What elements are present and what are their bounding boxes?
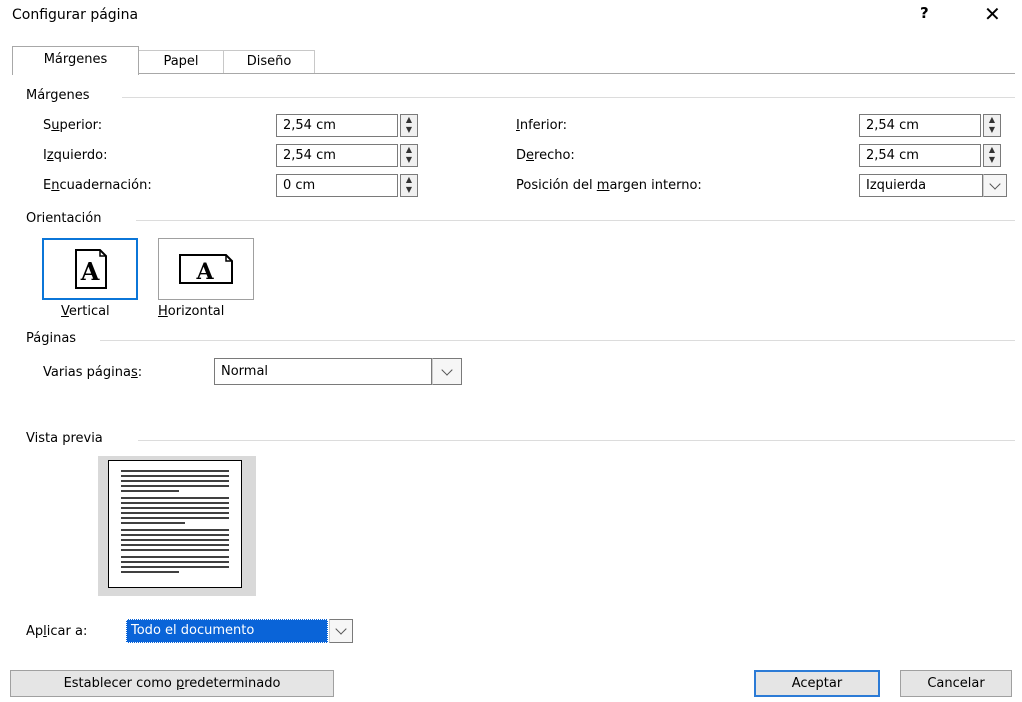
divider: [100, 340, 1015, 341]
chevron-down-icon[interactable]: [329, 619, 353, 643]
portrait-page-icon: A: [75, 249, 107, 289]
section-orientacion: Orientación: [26, 211, 108, 226]
superior-label: Superior:: [43, 118, 103, 133]
aplicar-label: Aplicar a:: [26, 624, 88, 639]
varias-paginas-select[interactable]: Normal: [214, 358, 432, 385]
divider: [136, 220, 1015, 221]
spin-updown-icon[interactable]: ▲ ▼: [983, 114, 1001, 137]
preview-page: [108, 460, 242, 588]
chevron-down-icon[interactable]: [432, 358, 462, 385]
cancel-button[interactable]: Cancelar: [900, 670, 1012, 697]
section-vista-previa: Vista previa: [26, 431, 109, 446]
tab-diseno[interactable]: Diseño: [223, 50, 315, 73]
preview-lines: [121, 470, 229, 573]
derecho-input[interactable]: 2,54 cm: [859, 144, 981, 167]
ok-button[interactable]: Aceptar: [754, 670, 880, 697]
orientation-horizontal-button[interactable]: A: [158, 238, 254, 300]
tab-papel[interactable]: Papel: [137, 50, 225, 73]
section-margenes: Márgenes: [26, 88, 96, 103]
dialog-title: Configurar página: [12, 7, 139, 23]
svg-text:A: A: [195, 259, 214, 285]
close-icon[interactable]: ✕: [984, 2, 1001, 26]
posicion-margen-label: Posición del margen interno:: [516, 178, 702, 193]
inferior-label: Inferior:: [516, 118, 568, 133]
spin-updown-icon[interactable]: ▲ ▼: [400, 144, 418, 167]
aplicar-select[interactable]: Todo el documento: [126, 619, 328, 643]
divider: [122, 97, 1015, 98]
horizontal-label: Horizontal: [158, 304, 225, 319]
superior-input[interactable]: 2,54 cm: [276, 114, 398, 137]
page-preview: [98, 456, 256, 596]
vertical-label: Vertical: [61, 304, 110, 319]
encuadernacion-label: Encuadernación:: [43, 178, 152, 193]
varias-paginas-label: Varias páginas:: [43, 365, 143, 380]
section-paginas: Páginas: [26, 331, 83, 346]
inferior-input[interactable]: 2,54 cm: [859, 114, 981, 137]
posicion-margen-select[interactable]: Izquierda: [859, 174, 983, 197]
section-label: Márgenes: [26, 88, 96, 103]
spin-updown-icon[interactable]: ▲ ▼: [400, 114, 418, 137]
spin-updown-icon[interactable]: ▲ ▼: [400, 174, 418, 197]
spin-updown-icon[interactable]: ▲ ▼: [983, 144, 1001, 167]
set-default-button[interactable]: Establecer como predeterminado: [10, 670, 334, 697]
help-icon[interactable]: ?: [920, 4, 929, 22]
encuadernacion-input[interactable]: 0 cm: [276, 174, 398, 197]
landscape-page-icon: A: [179, 254, 233, 285]
derecho-label: Derecho:: [516, 148, 575, 163]
divider: [138, 440, 1015, 441]
tab-margenes[interactable]: Márgenes: [12, 46, 139, 75]
svg-text:A: A: [80, 257, 100, 286]
chevron-down-icon[interactable]: [983, 174, 1007, 197]
izquierdo-label: Izquierdo:: [43, 148, 108, 163]
izquierdo-input[interactable]: 2,54 cm: [276, 144, 398, 167]
orientation-vertical-button[interactable]: A: [42, 238, 138, 300]
